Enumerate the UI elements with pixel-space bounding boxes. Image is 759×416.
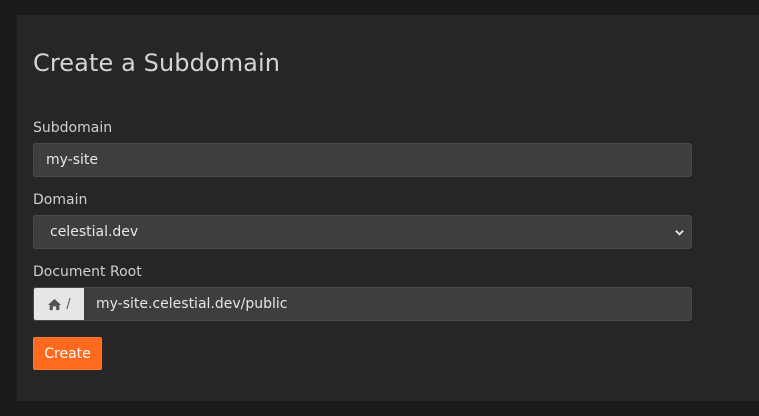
domain-selected-value: celestial.dev [50,224,139,240]
chevron-down-icon [675,230,684,236]
domain-select[interactable]: celestial.dev [33,215,692,249]
document-root-value: my-site.celestial.dev/public [96,296,288,312]
document-root-prefix: / [34,288,84,320]
subdomain-label: Subdomain [33,120,113,136]
domain-label: Domain [33,192,88,208]
create-button[interactable]: Create [33,337,102,370]
subdomain-input[interactable]: my-site [33,143,692,177]
root-slash: / [66,296,71,312]
home-icon [48,298,62,310]
page-title: Create a Subdomain [33,49,281,77]
document-root-input-group[interactable]: / my-site.celestial.dev/public [33,287,692,321]
create-subdomain-panel: Create a Subdomain Subdomain my-site Dom… [17,15,759,401]
document-root-label: Document Root [33,264,142,280]
subdomain-value: my-site [46,152,99,168]
